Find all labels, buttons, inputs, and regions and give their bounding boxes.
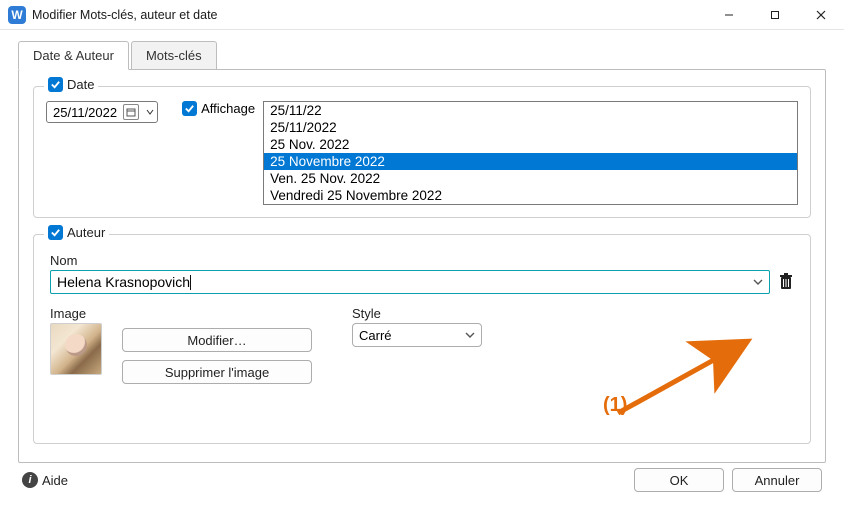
- text-caret: [190, 275, 191, 290]
- auteur-checkbox[interactable]: [48, 225, 63, 240]
- style-value: Carré: [359, 328, 392, 343]
- affichage-checkbox[interactable]: [182, 101, 197, 116]
- nom-value: Helena Krasnopovich: [57, 274, 190, 290]
- window-title: Modifier Mots-clés, auteur et date: [32, 8, 218, 22]
- list-item[interactable]: 25/11/2022: [264, 119, 797, 136]
- auteur-legend-label: Auteur: [67, 225, 105, 240]
- calendar-icon[interactable]: [123, 104, 139, 120]
- chevron-down-icon[interactable]: [145, 107, 155, 117]
- minimize-button[interactable]: [706, 0, 752, 29]
- button-bar: i Aide OK Annuler: [18, 460, 826, 500]
- image-label: Image: [50, 306, 102, 321]
- window-controls: [706, 0, 844, 29]
- help-button[interactable]: i Aide: [22, 472, 68, 488]
- maximize-button[interactable]: [752, 0, 798, 29]
- list-item[interactable]: 25 Nov. 2022: [264, 136, 797, 153]
- date-legend[interactable]: Date: [44, 77, 98, 92]
- tab-mots-cles[interactable]: Mots-clés: [131, 41, 217, 70]
- cancel-button[interactable]: Annuler: [732, 468, 822, 492]
- nom-combobox[interactable]: Helena Krasnopovich: [50, 270, 770, 294]
- avatar[interactable]: [50, 323, 102, 375]
- titlebar: W Modifier Mots-clés, auteur et date: [0, 0, 844, 30]
- style-label: Style: [352, 306, 482, 321]
- list-item[interactable]: 25 Novembre 2022: [264, 153, 797, 170]
- dialog-content: Date & Auteur Mots-clés Date 25/11/2022: [18, 40, 826, 500]
- annotation-label: (1): [603, 394, 627, 417]
- date-group: Date 25/11/2022 Affichage: [33, 86, 811, 218]
- chevron-down-icon[interactable]: [753, 277, 763, 287]
- ok-button[interactable]: OK: [634, 468, 724, 492]
- auteur-legend[interactable]: Auteur: [44, 225, 109, 240]
- affichage-checkbox-row[interactable]: Affichage: [182, 101, 255, 116]
- info-icon: i: [22, 472, 38, 488]
- list-item[interactable]: 25/11/22: [264, 102, 797, 119]
- list-item[interactable]: Ven. 25 Nov. 2022: [264, 170, 797, 187]
- date-input[interactable]: 25/11/2022: [46, 101, 158, 123]
- chevron-down-icon: [465, 330, 475, 340]
- modifier-button[interactable]: Modifier…: [122, 328, 312, 352]
- tab-date-auteur[interactable]: Date & Auteur: [18, 41, 129, 70]
- date-value: 25/11/2022: [53, 105, 117, 120]
- date-legend-label: Date: [67, 77, 94, 92]
- help-label: Aide: [42, 473, 68, 488]
- tab-strip: Date & Auteur Mots-clés: [18, 40, 826, 69]
- date-format-list[interactable]: 25/11/22 25/11/2022 25 Nov. 2022 25 Nove…: [263, 101, 798, 205]
- list-item[interactable]: Vendredi 25 Novembre 2022: [264, 187, 797, 204]
- close-button[interactable]: [798, 0, 844, 29]
- date-checkbox[interactable]: [48, 77, 63, 92]
- style-select[interactable]: Carré: [352, 323, 482, 347]
- app-icon: W: [8, 6, 26, 24]
- trash-icon[interactable]: [778, 273, 794, 291]
- nom-label: Nom: [50, 253, 794, 268]
- supprimer-image-button[interactable]: Supprimer l'image: [122, 360, 312, 384]
- affichage-label: Affichage: [201, 101, 255, 116]
